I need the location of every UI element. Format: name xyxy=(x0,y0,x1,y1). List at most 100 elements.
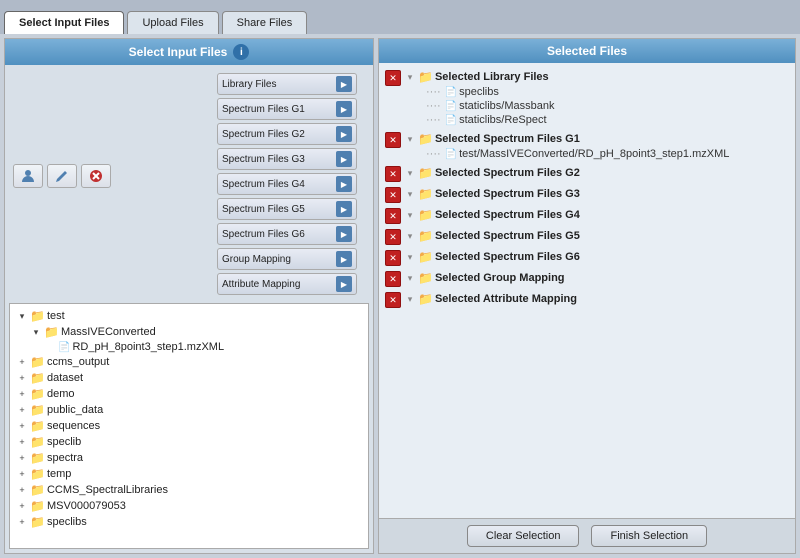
tree-toggle[interactable]: + xyxy=(16,420,28,432)
cat-btn-arrow-icon: ▶ xyxy=(336,101,352,117)
tree-toggle[interactable]: ▾ xyxy=(30,326,42,338)
right-panel-header: Selected Files xyxy=(379,39,795,63)
spectrum-g1-btn[interactable]: Spectrum Files G1▶ xyxy=(217,98,357,120)
folder-icon: 📁 xyxy=(418,250,433,264)
sel-category-label: Selected Spectrum Files G6 xyxy=(435,251,580,263)
sel-file-label: speclibs xyxy=(459,86,499,98)
sel-category-label: Selected Group Mapping xyxy=(435,272,565,284)
tree-toggle[interactable]: ▾ xyxy=(16,310,28,322)
tree-item[interactable]: +📁MSV000079053 xyxy=(16,498,362,514)
tree-toggle[interactable]: + xyxy=(16,356,28,368)
folder-icon: 📁 xyxy=(30,387,45,401)
selected-section: ✕▾📁Selected Spectrum Files G4 xyxy=(383,205,791,226)
tree-item[interactable]: +📁temp xyxy=(16,466,362,482)
tree-toggle[interactable]: + xyxy=(16,452,28,464)
sel-toggle[interactable]: ▾ xyxy=(404,251,416,263)
cat-btn-arrow-icon: ▶ xyxy=(336,276,352,292)
remove-section-button[interactable]: ✕ xyxy=(385,187,401,203)
remove-section-button[interactable]: ✕ xyxy=(385,208,401,224)
folder-icon: 📁 xyxy=(418,166,433,180)
spectrum-g2-btn[interactable]: Spectrum Files G2▶ xyxy=(217,123,357,145)
spectrum-g3-btn[interactable]: Spectrum Files G3▶ xyxy=(217,148,357,170)
folder-icon: 📁 xyxy=(30,435,45,449)
tree-item[interactable]: +📁dataset xyxy=(16,370,362,386)
user-icon-btn[interactable] xyxy=(13,164,43,188)
cat-btn-arrow-icon: ▶ xyxy=(336,176,352,192)
tree-item[interactable]: 📄RD_pH_8point3_step1.mzXML xyxy=(16,340,362,354)
tree-label: sequences xyxy=(47,420,100,432)
tree-item[interactable]: +📁speclib xyxy=(16,434,362,450)
folder-icon: 📁 xyxy=(30,467,45,481)
tree-toggle[interactable]: + xyxy=(16,484,28,496)
tree-item[interactable]: +📁ccms_output xyxy=(16,354,362,370)
remove-section-button[interactable]: ✕ xyxy=(385,292,401,308)
cat-btn-arrow-icon: ▶ xyxy=(336,151,352,167)
sel-toggle[interactable]: ▾ xyxy=(404,209,416,221)
tree-label: speclibs xyxy=(47,516,87,528)
folder-icon: 📁 xyxy=(418,229,433,243)
tree-item[interactable]: +📁sequences xyxy=(16,418,362,434)
tree-label: demo xyxy=(47,388,75,400)
tree-label: dataset xyxy=(47,372,83,384)
sel-toggle[interactable]: ▾ xyxy=(404,188,416,200)
cat-btn-arrow-icon: ▶ xyxy=(336,76,352,92)
group-mapping-btn[interactable]: Group Mapping▶ xyxy=(217,248,357,270)
selected-section: ✕▾📁Selected Spectrum Files G1····📄test/M… xyxy=(383,129,791,163)
sel-category-label: Selected Spectrum Files G1 xyxy=(435,133,580,145)
sel-category-label: Selected Spectrum Files G2 xyxy=(435,167,580,179)
folder-icon: 📁 xyxy=(418,70,433,84)
tree-toggle[interactable]: + xyxy=(16,388,28,400)
spectrum-g4-btn[interactable]: Spectrum Files G4▶ xyxy=(217,173,357,195)
attribute-mapping-btn[interactable]: Attribute Mapping▶ xyxy=(217,273,357,295)
spectrum-g6-btn[interactable]: Spectrum Files G6▶ xyxy=(217,223,357,245)
sel-toggle[interactable]: ▾ xyxy=(404,133,416,145)
tree-item[interactable]: +📁speclibs xyxy=(16,514,362,530)
tab-share-files[interactable]: Share Files xyxy=(222,11,308,34)
tree-item[interactable]: +📁demo xyxy=(16,386,362,402)
tree-item[interactable]: ▾📁test xyxy=(16,308,362,324)
tree-item[interactable]: ▾📁MassIVEConverted xyxy=(16,324,362,340)
remove-section-button[interactable]: ✕ xyxy=(385,229,401,245)
tree-toggle[interactable]: + xyxy=(16,468,28,480)
library-files-btn[interactable]: Library Files▶ xyxy=(217,73,357,95)
sel-toggle[interactable]: ▾ xyxy=(404,272,416,284)
remove-section-button[interactable]: ✕ xyxy=(385,132,401,148)
remove-section-button[interactable]: ✕ xyxy=(385,250,401,266)
left-panel-header: Select Input Files i xyxy=(5,39,373,65)
tree-item[interactable]: +📁spectra xyxy=(16,450,362,466)
selected-section: ✕▾📁Selected Group Mapping xyxy=(383,268,791,289)
info-icon[interactable]: i xyxy=(233,44,249,60)
tree-toggle[interactable]: + xyxy=(16,372,28,384)
tree-label: RD_pH_8point3_step1.mzXML xyxy=(72,341,224,353)
selected-section: ✕▾📁Selected Library Files····📄speclibs··… xyxy=(383,67,791,129)
file-icon: 📄 xyxy=(445,101,457,112)
sel-toggle[interactable]: ▾ xyxy=(404,230,416,242)
cat-btn-arrow-icon: ▶ xyxy=(336,226,352,242)
sel-toggle[interactable]: ▾ xyxy=(404,167,416,179)
tree-item[interactable]: +📁public_data xyxy=(16,402,362,418)
sel-category-label: Selected Attribute Mapping xyxy=(435,293,577,305)
remove-section-button[interactable]: ✕ xyxy=(385,70,401,86)
spectrum-g5-btn[interactable]: Spectrum Files G5▶ xyxy=(217,198,357,220)
remove-section-button[interactable]: ✕ xyxy=(385,166,401,182)
cat-btn-arrow-icon: ▶ xyxy=(336,251,352,267)
sel-toggle[interactable]: ▾ xyxy=(404,293,416,305)
remove-section-button[interactable]: ✕ xyxy=(385,271,401,287)
file-tree[interactable]: ▾📁test▾📁MassIVEConverted📄RD_pH_8point3_s… xyxy=(9,303,369,549)
edit-icon-btn[interactable] xyxy=(47,164,77,188)
tree-toggle[interactable]: + xyxy=(16,500,28,512)
file-icon: 📄 xyxy=(445,115,457,126)
tree-toggle[interactable]: + xyxy=(16,436,28,448)
tree-toggle[interactable]: + xyxy=(16,404,28,416)
selected-section: ✕▾📁Selected Spectrum Files G3 xyxy=(383,184,791,205)
tree-item[interactable]: +📁CCMS_SpectralLibraries xyxy=(16,482,362,498)
delete-icon-btn[interactable] xyxy=(81,164,111,188)
tab-upload-files[interactable]: Upload Files xyxy=(127,11,218,34)
left-panel: Select Input Files i xyxy=(4,38,374,554)
finish-selection-button[interactable]: Finish Selection xyxy=(591,525,707,547)
sel-toggle[interactable]: ▾ xyxy=(404,71,416,83)
clear-selection-button[interactable]: Clear Selection xyxy=(467,525,580,547)
tab-select-input-files[interactable]: Select Input Files xyxy=(4,11,124,34)
tree-toggle[interactable]: + xyxy=(16,516,28,528)
folder-icon: 📁 xyxy=(30,451,45,465)
